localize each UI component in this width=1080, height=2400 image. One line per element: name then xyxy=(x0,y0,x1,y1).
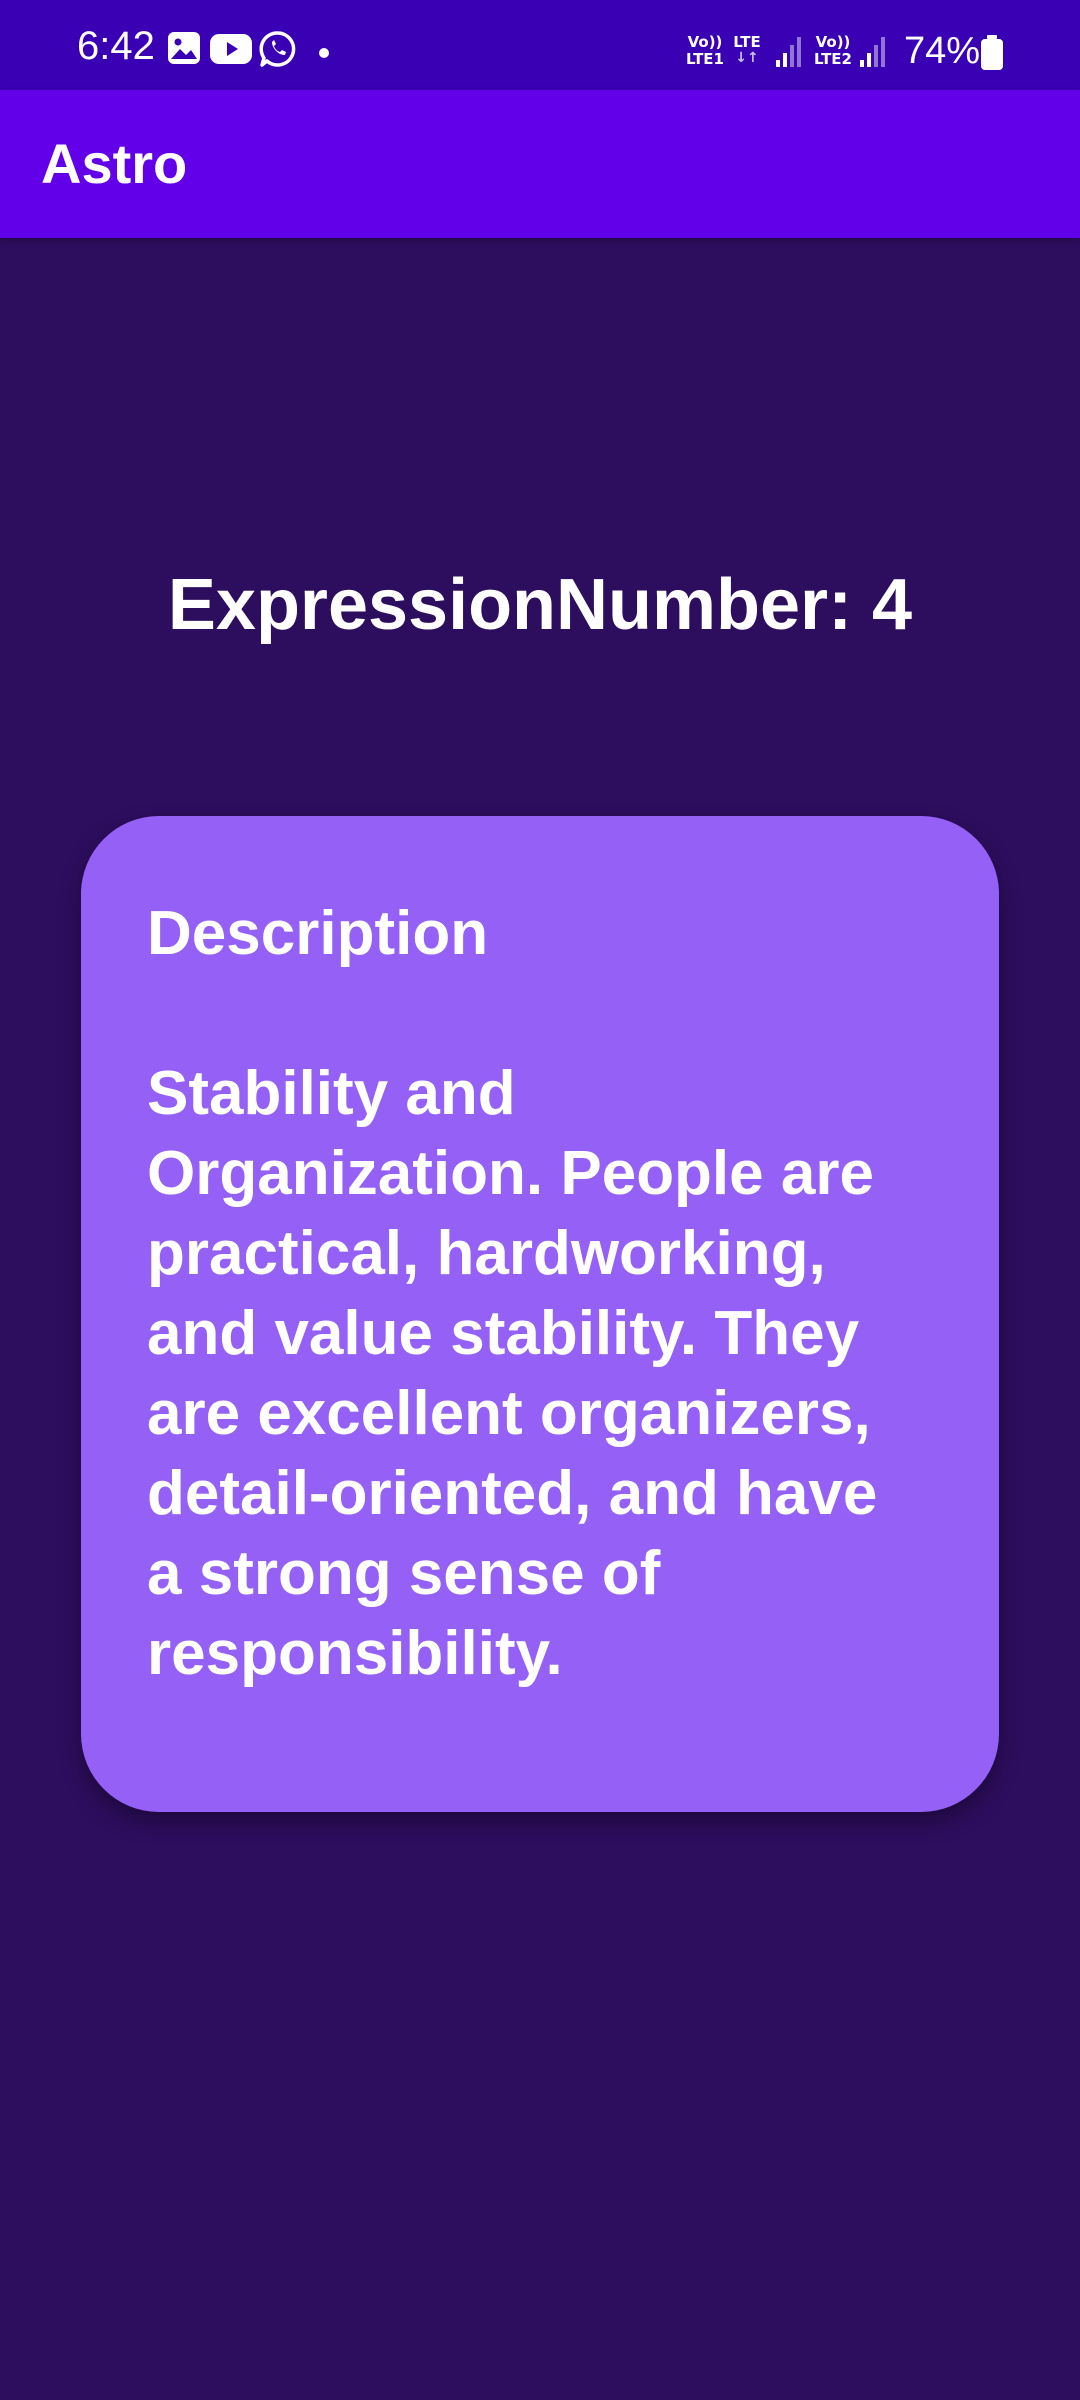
status-time: 6:42 xyxy=(77,24,155,68)
signal-sim1-icon xyxy=(776,37,801,67)
card-title: Description xyxy=(147,899,489,968)
card-description-text: Stability and Organization. People are p… xyxy=(147,1059,878,1688)
battery-icon xyxy=(981,35,1003,70)
whatsapp-icon xyxy=(259,31,296,67)
status-bar: 6:42 Vo)) LTE1 LTE ↓↑ Vo)) LTE2 74% xyxy=(0,0,1080,90)
sim2-volte-indicator: Vo)) LTE2 xyxy=(814,33,852,68)
gallery-icon xyxy=(168,32,200,64)
youtube-icon xyxy=(210,34,252,64)
more-notifications-dot xyxy=(319,48,329,58)
expression-number-heading: ExpressionNumber: 4 xyxy=(167,565,913,645)
lte-data-indicator: LTE ↓↑ xyxy=(733,33,761,66)
description-card: Description Stability and Organization. … xyxy=(81,816,999,1812)
signal-sim2-icon xyxy=(860,37,885,67)
app-title: Astro xyxy=(41,132,188,195)
app-bar: Astro xyxy=(0,90,1080,238)
battery-percentage: 74% xyxy=(904,30,981,72)
